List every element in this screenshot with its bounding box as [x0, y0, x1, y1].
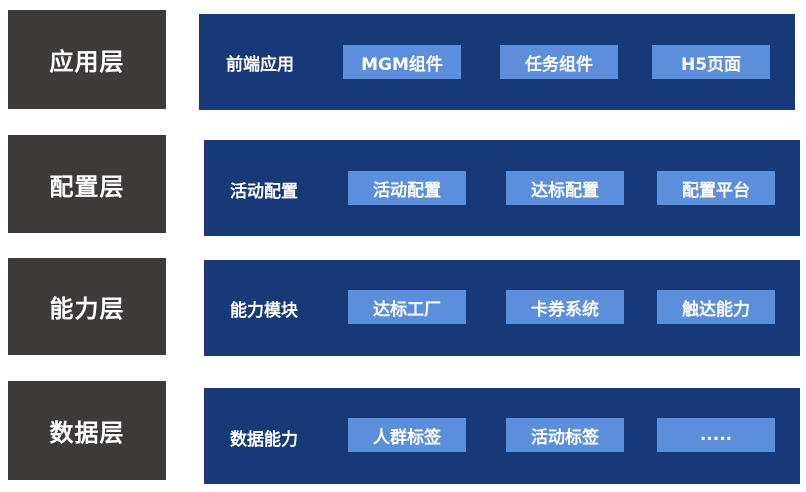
module-label: 数据能力 [230, 430, 298, 450]
component-chip: 人群标签 [348, 418, 466, 452]
component-chip: 卡券系统 [506, 290, 624, 324]
component-chip: 配置平台 [657, 171, 775, 205]
layer-panel-capability: 能力模块 达标工厂 卡券系统 触达能力 [204, 260, 800, 356]
layer-panel-configuration: 活动配置 活动配置 达标配置 配置平台 [204, 140, 800, 236]
layer-label-data: 数据层 [8, 381, 166, 480]
component-chip: 任务组件 [500, 45, 618, 79]
component-chip: 达标配置 [506, 171, 624, 205]
component-chip: MGM组件 [343, 45, 461, 79]
module-label: 活动配置 [230, 182, 298, 202]
layer-panel-application: 前端应用 MGM组件 任务组件 H5页面 [199, 14, 795, 110]
layer-label-capability: 能力层 [8, 258, 166, 355]
module-label: 前端应用 [226, 55, 294, 75]
component-chip: ..... [657, 418, 775, 452]
component-chip: 活动标签 [506, 418, 624, 452]
component-chip: 活动配置 [348, 171, 466, 205]
layer-label-application: 应用层 [8, 10, 166, 109]
layer-panel-data: 数据能力 人群标签 活动标签 ..... [204, 388, 800, 484]
component-chip: 触达能力 [657, 290, 775, 324]
module-label: 能力模块 [230, 301, 298, 321]
component-chip: 达标工厂 [348, 290, 466, 324]
layer-label-configuration: 配置层 [8, 135, 166, 233]
component-chip: H5页面 [652, 45, 770, 79]
